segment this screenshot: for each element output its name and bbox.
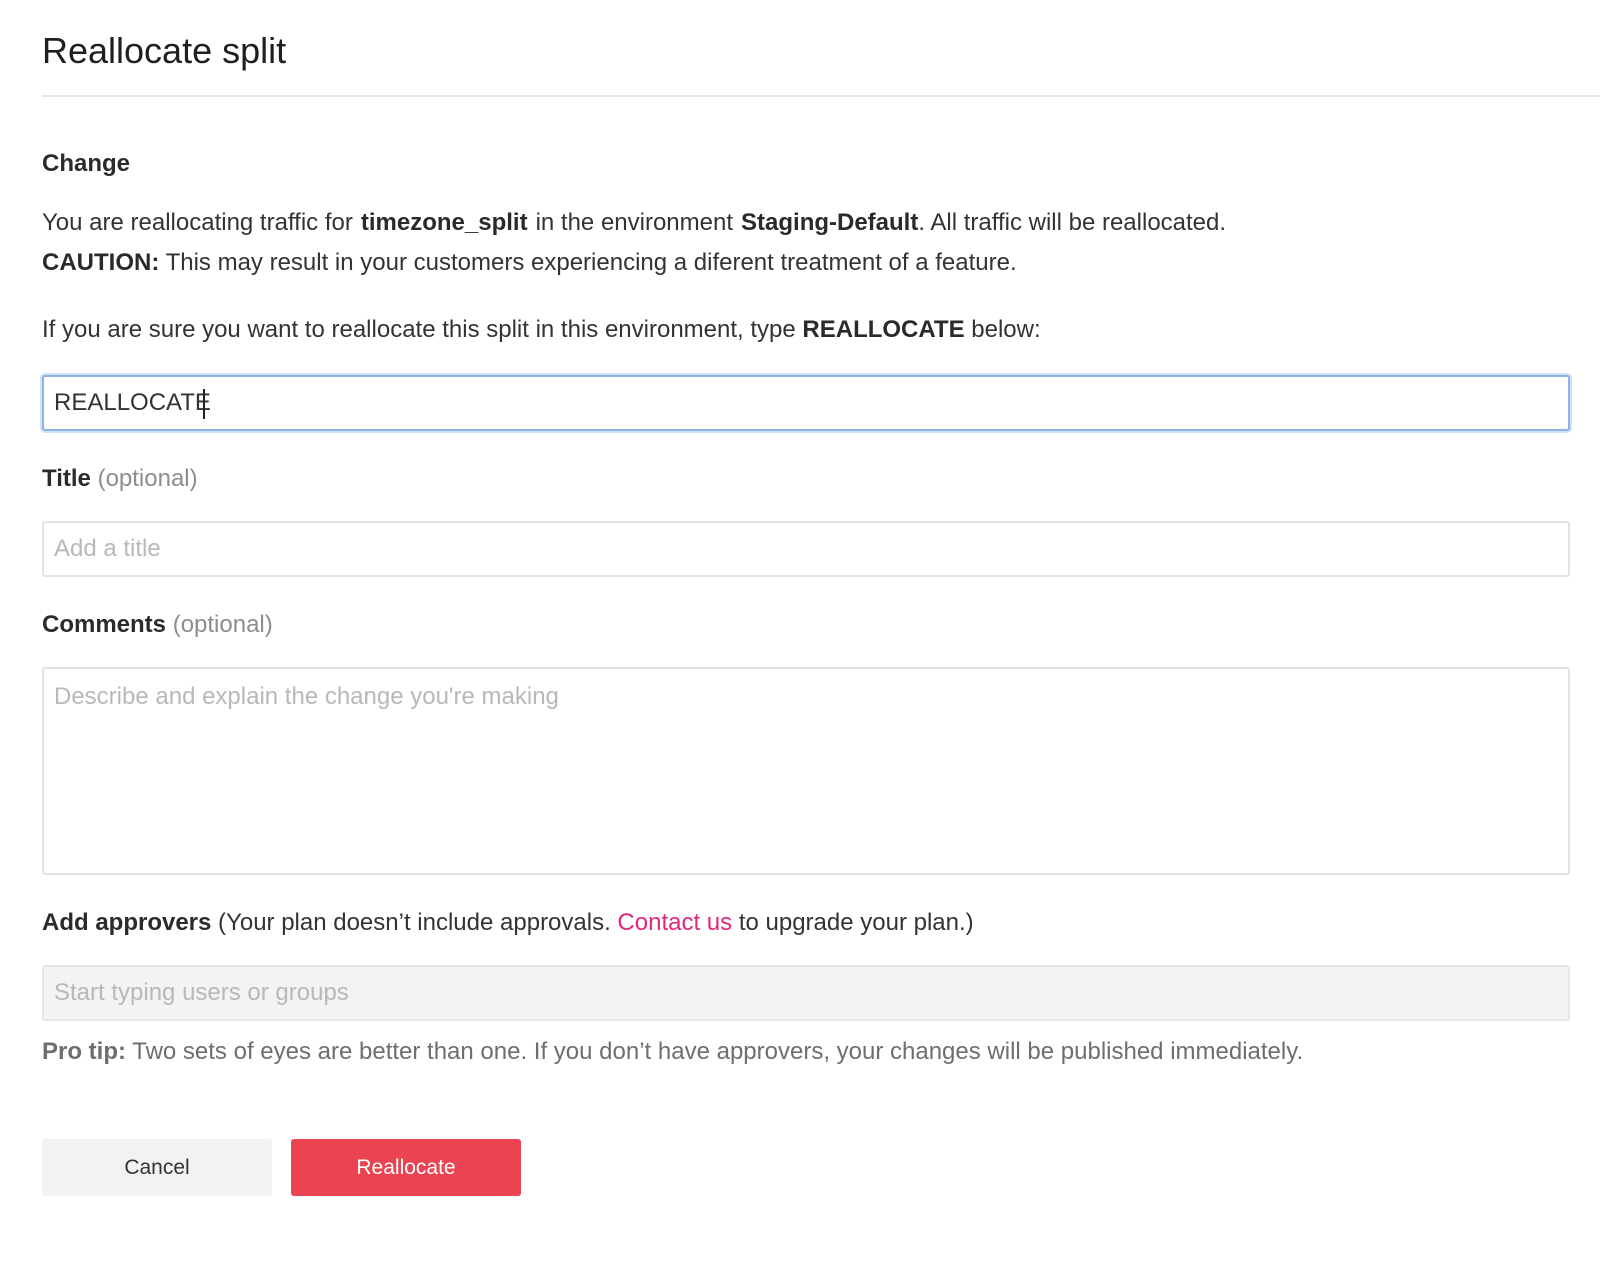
approvers-label: Add approvers (Your plan doesn’t include… [42,909,974,937]
comments-optional: (optional) [172,611,273,638]
change-heading: Change [42,150,131,177]
dialog-title: Reallocate split [42,30,287,71]
description-middle: in the environment [535,209,734,236]
approvers-input [42,965,1570,1021]
comments-label: Comments (optional) [42,611,273,639]
approvers-note-suffix: to upgrade your plan.) [732,909,974,936]
title-optional: (optional) [97,465,198,492]
confirm-input[interactable] [42,375,1570,431]
reallocate-split-dialog: Reallocate split Change You are realloca… [0,0,1600,1273]
title-label: Title (optional) [42,465,198,493]
confirm-prompt-suffix: below: [964,316,1041,343]
confirm-prompt: If you are sure you want to reallocate t… [42,316,1041,344]
approvers-label-text: Add approvers [42,909,212,936]
confirm-keyword: REALLOCATE [802,316,965,343]
comments-textarea[interactable] [42,667,1570,875]
description-suffix: . All traffic will be reallocated. [918,209,1227,236]
cancel-button[interactable]: Cancel [42,1139,272,1196]
pro-tip-label: Pro tip: [42,1038,126,1065]
environment-name: Staging-Default [741,209,919,236]
comments-label-text: Comments [42,611,167,638]
reallocation-description: You are reallocating traffic for timezone… [42,209,1226,237]
pro-tip-text: Two sets of eyes are better than one. If… [126,1038,1304,1065]
text-cursor [203,389,205,419]
caution-message: CAUTION: This may result in your custome… [42,249,1017,277]
title-input[interactable] [42,521,1570,577]
title-label-text: Title [42,465,91,492]
split-name: timezone_split [360,209,528,236]
contact-us-link[interactable]: Contact us [617,909,732,936]
approvers-note-prefix: (Your plan doesn’t include approvals. [211,909,618,936]
reallocate-button[interactable]: Reallocate [291,1139,521,1196]
description-prefix: You are reallocating traffic for [42,209,353,236]
caution-label: CAUTION: [42,249,160,276]
dialog-header: Reallocate split [42,0,1600,97]
caution-text: This may result in your customers experi… [159,249,1017,276]
pro-tip: Pro tip: Two sets of eyes are better tha… [42,1038,1303,1066]
confirm-prompt-prefix: If you are sure you want to reallocate t… [42,316,803,343]
